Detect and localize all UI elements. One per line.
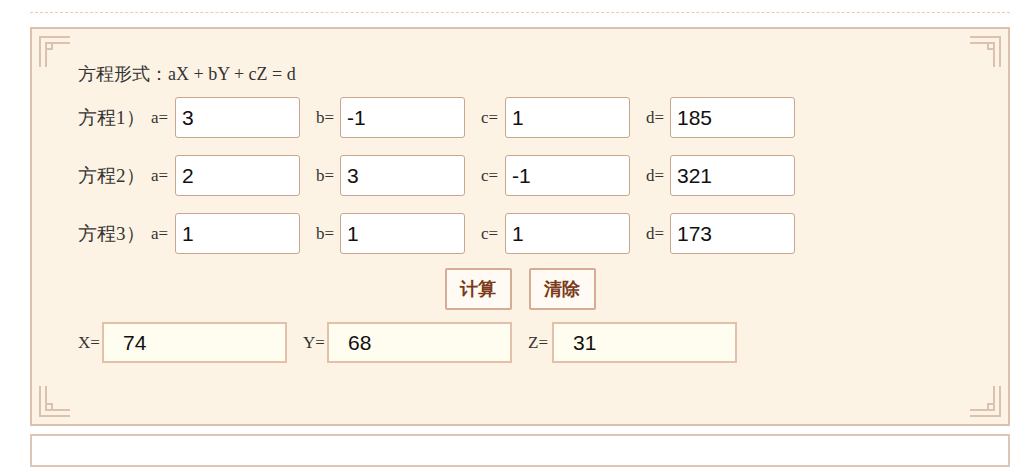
coefficient-input[interactable] [340,97,465,138]
coefficient-label: a= [151,108,175,128]
coefficient-group: d= [646,213,795,254]
coefficient-label: c= [481,166,505,186]
action-button[interactable]: 清除 [529,268,596,310]
result-row: X=74 Y=68 Z=31 [78,322,1008,363]
coefficient-group: b= [316,213,465,254]
coefficient-group: c= [481,155,630,196]
coefficient-label: a= [151,166,175,186]
coefficient-group: a= [151,97,300,138]
corner-ornament-icon [968,384,1002,418]
output-box [30,434,1010,467]
equation-row: 方程3）a= b= c= d= [78,213,1008,254]
coefficient-label: d= [646,224,670,244]
button-row: 计算清除 [32,268,1008,310]
equation-label: 方程1） [78,105,151,131]
corner-ornament-icon [38,35,72,69]
coefficient-input[interactable] [340,155,465,196]
coefficient-input[interactable] [175,155,300,196]
coefficient-label: b= [316,108,340,128]
coefficient-label: c= [481,108,505,128]
equation-row: 方程2）a= b= c= d= [78,155,1008,196]
result-field[interactable]: 31 [552,322,737,363]
coefficient-label: a= [151,224,175,244]
coefficient-group: b= [316,97,465,138]
coefficient-input[interactable] [505,155,630,196]
coefficient-label: d= [646,108,670,128]
result-field[interactable]: 68 [327,322,512,363]
result-group: Z=31 [528,322,737,363]
result-label: Y= [303,333,327,353]
equation-label: 方程2） [78,163,151,189]
coefficient-input[interactable] [175,97,300,138]
coefficient-input[interactable] [505,213,630,254]
result-field[interactable]: 74 [102,322,287,363]
divider [30,12,1010,13]
equation-label: 方程3） [78,221,151,247]
formula-label: 方程形式：aX + bY + cZ = d [78,62,1008,86]
coefficient-group: d= [646,97,795,138]
coefficient-label: b= [316,166,340,186]
coefficient-label: c= [481,224,505,244]
coefficient-group: a= [151,213,300,254]
corner-ornament-icon [968,35,1002,69]
coefficient-label: d= [646,166,670,186]
result-label: Z= [528,333,552,353]
coefficient-group: b= [316,155,465,196]
coefficient-input[interactable] [670,97,795,138]
coefficient-input[interactable] [670,213,795,254]
equation-row: 方程1）a= b= c= d= [78,97,1008,138]
coefficient-group: c= [481,97,630,138]
result-label: X= [78,333,102,353]
coefficient-input[interactable] [670,155,795,196]
coefficient-group: d= [646,155,795,196]
coefficient-input[interactable] [175,213,300,254]
equation-panel: 方程形式：aX + bY + cZ = d方程1）a=b=c=d=方程2）a=b… [30,27,1010,426]
page: 方程形式：aX + bY + cZ = d方程1）a=b=c=d=方程2）a=b… [0,0,1018,472]
coefficient-group: a= [151,155,300,196]
action-button[interactable]: 计算 [445,268,512,310]
corner-ornament-icon [38,384,72,418]
coefficient-label: b= [316,224,340,244]
coefficient-input[interactable] [340,213,465,254]
coefficient-group: c= [481,213,630,254]
coefficient-input[interactable] [505,97,630,138]
result-group: Y=68 [303,322,512,363]
result-group: X=74 [78,322,287,363]
